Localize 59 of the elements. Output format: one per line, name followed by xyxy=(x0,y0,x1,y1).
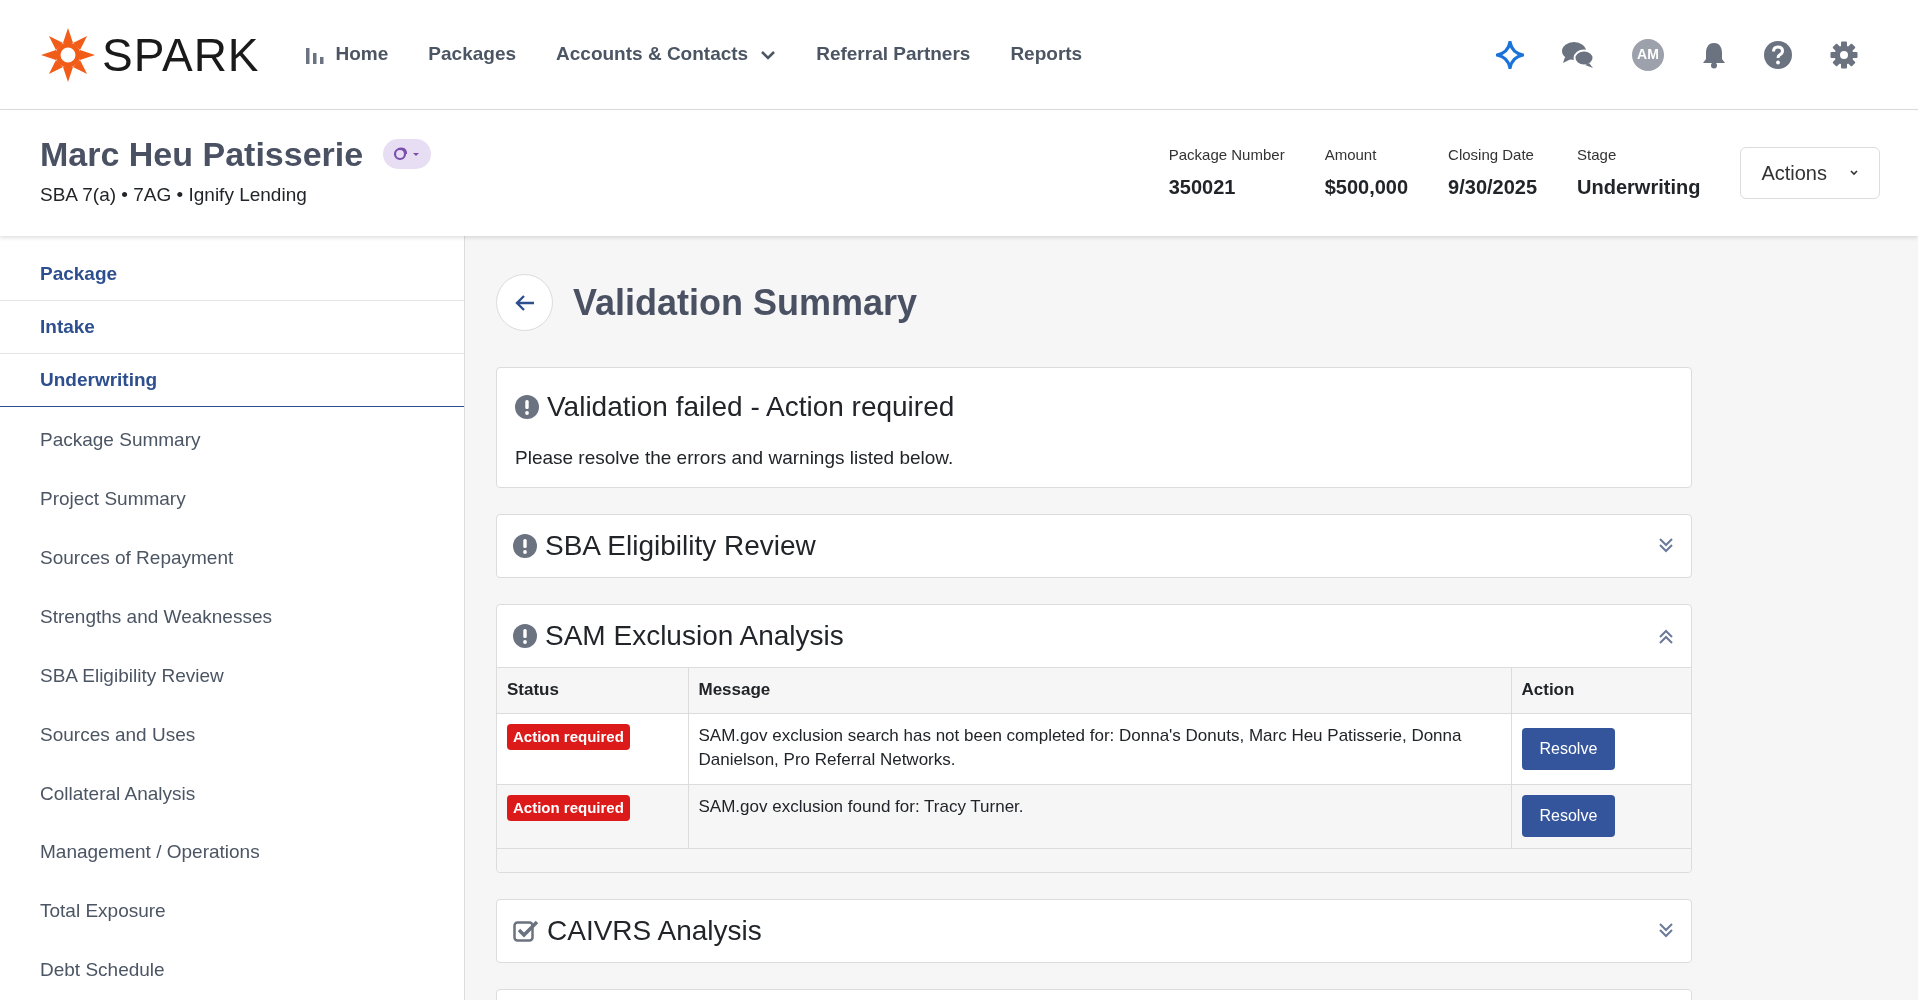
sidebar-section[interactable]: Package xyxy=(0,248,464,301)
record-subtitle: SBA 7(a) • 7AG • Ignify Lending xyxy=(40,182,308,207)
resolve-button[interactable]: Resolve xyxy=(1521,795,1616,838)
fact-label: Closing Date xyxy=(1448,144,1535,165)
actions-button[interactable]: Actions xyxy=(1740,147,1880,199)
starburst-logo-icon xyxy=(40,26,96,83)
sidebar-item[interactable]: SBA Eligibility Review xyxy=(0,646,464,706)
caret-icon xyxy=(1849,169,1859,177)
sparkle-icon[interactable] xyxy=(1496,40,1524,69)
nav-link[interactable]: Referral Partners xyxy=(816,40,971,69)
nav-link[interactable]: Home xyxy=(303,40,389,69)
page-title: Validation Summary xyxy=(573,280,918,325)
section-header[interactable]: SAM Exclusion Analysis xyxy=(497,604,1691,667)
double-chevron-down-icon[interactable] xyxy=(1657,536,1675,555)
bell-icon[interactable] xyxy=(1702,40,1726,69)
section-header[interactable]: CAIVRS Analysis xyxy=(497,900,1691,962)
sidebar-item[interactable]: Total Exposure xyxy=(0,882,464,942)
exclamation-icon xyxy=(515,395,539,419)
logo-wordmark[interactable]: SPARK xyxy=(102,31,260,78)
nav-link[interactable]: Packages xyxy=(428,40,517,69)
exclamation-icon xyxy=(513,533,537,558)
fact-value: Underwriting xyxy=(1577,175,1701,201)
nav-link[interactable]: Reports xyxy=(1010,40,1083,69)
resolve-button[interactable]: Resolve xyxy=(1521,727,1616,770)
double-chevron-down-icon[interactable] xyxy=(1657,922,1675,940)
sidebar-item[interactable]: Project Summary xyxy=(0,469,464,529)
sidebar-item[interactable]: Management / Operations xyxy=(0,823,464,883)
alert-message: Please resolve the errors and warnings listed below. xyxy=(515,446,955,470)
status-badge: Action required xyxy=(507,723,630,750)
chat-icon[interactable] xyxy=(1562,40,1594,69)
sidebar-item[interactable]: Sources and Uses xyxy=(0,705,464,765)
chevron-down-icon xyxy=(760,49,777,60)
fact-label: Package Number xyxy=(1168,144,1285,165)
fact-label: Amount xyxy=(1324,144,1378,165)
exclamation-icon xyxy=(513,623,537,648)
sidebar-item[interactable]: Sources of Repayment xyxy=(0,528,464,588)
status-badge: Action required xyxy=(507,794,630,821)
back-arrow-icon xyxy=(513,292,536,313)
link-menu-button[interactable] xyxy=(383,138,432,169)
section-title: CAIVRS Analysis xyxy=(547,914,762,948)
record-title: Marc Heu Patisserie xyxy=(40,136,364,171)
section-header[interactable]: SBA Eligibility Review xyxy=(497,514,1691,577)
help-icon[interactable] xyxy=(1764,40,1792,69)
section-title: SBA Eligibility Review xyxy=(545,528,816,563)
alert-title: Validation failed - Action required xyxy=(547,390,955,424)
nav-link[interactable]: Accounts & Contacts xyxy=(556,40,777,69)
sidebar-item[interactable]: Strengths and Weaknesses xyxy=(0,587,464,647)
sidebar-item[interactable]: Package Summary xyxy=(0,411,464,470)
fact-label: Stage xyxy=(1577,144,1618,165)
section-title: SAM Exclusion Analysis xyxy=(545,618,844,653)
bar-chart-icon xyxy=(303,45,324,64)
sidebar-item[interactable]: Collateral Analysis xyxy=(0,764,464,824)
fact-value: 9/30/2025 xyxy=(1448,175,1538,201)
checkbox-icon xyxy=(513,919,539,943)
table-cell: SAM.gov exclusion search has not been completed for: Donna's Donuts, Marc Heu Patisserie, Donna Danielson, Pro Referral Networks. xyxy=(688,713,1511,784)
sidebar-item[interactable]: Debt Schedule xyxy=(0,941,464,1000)
fact-value: $500,000 xyxy=(1324,175,1409,201)
settings-icon[interactable] xyxy=(1830,40,1858,69)
fact-value: 350021 xyxy=(1168,175,1237,201)
